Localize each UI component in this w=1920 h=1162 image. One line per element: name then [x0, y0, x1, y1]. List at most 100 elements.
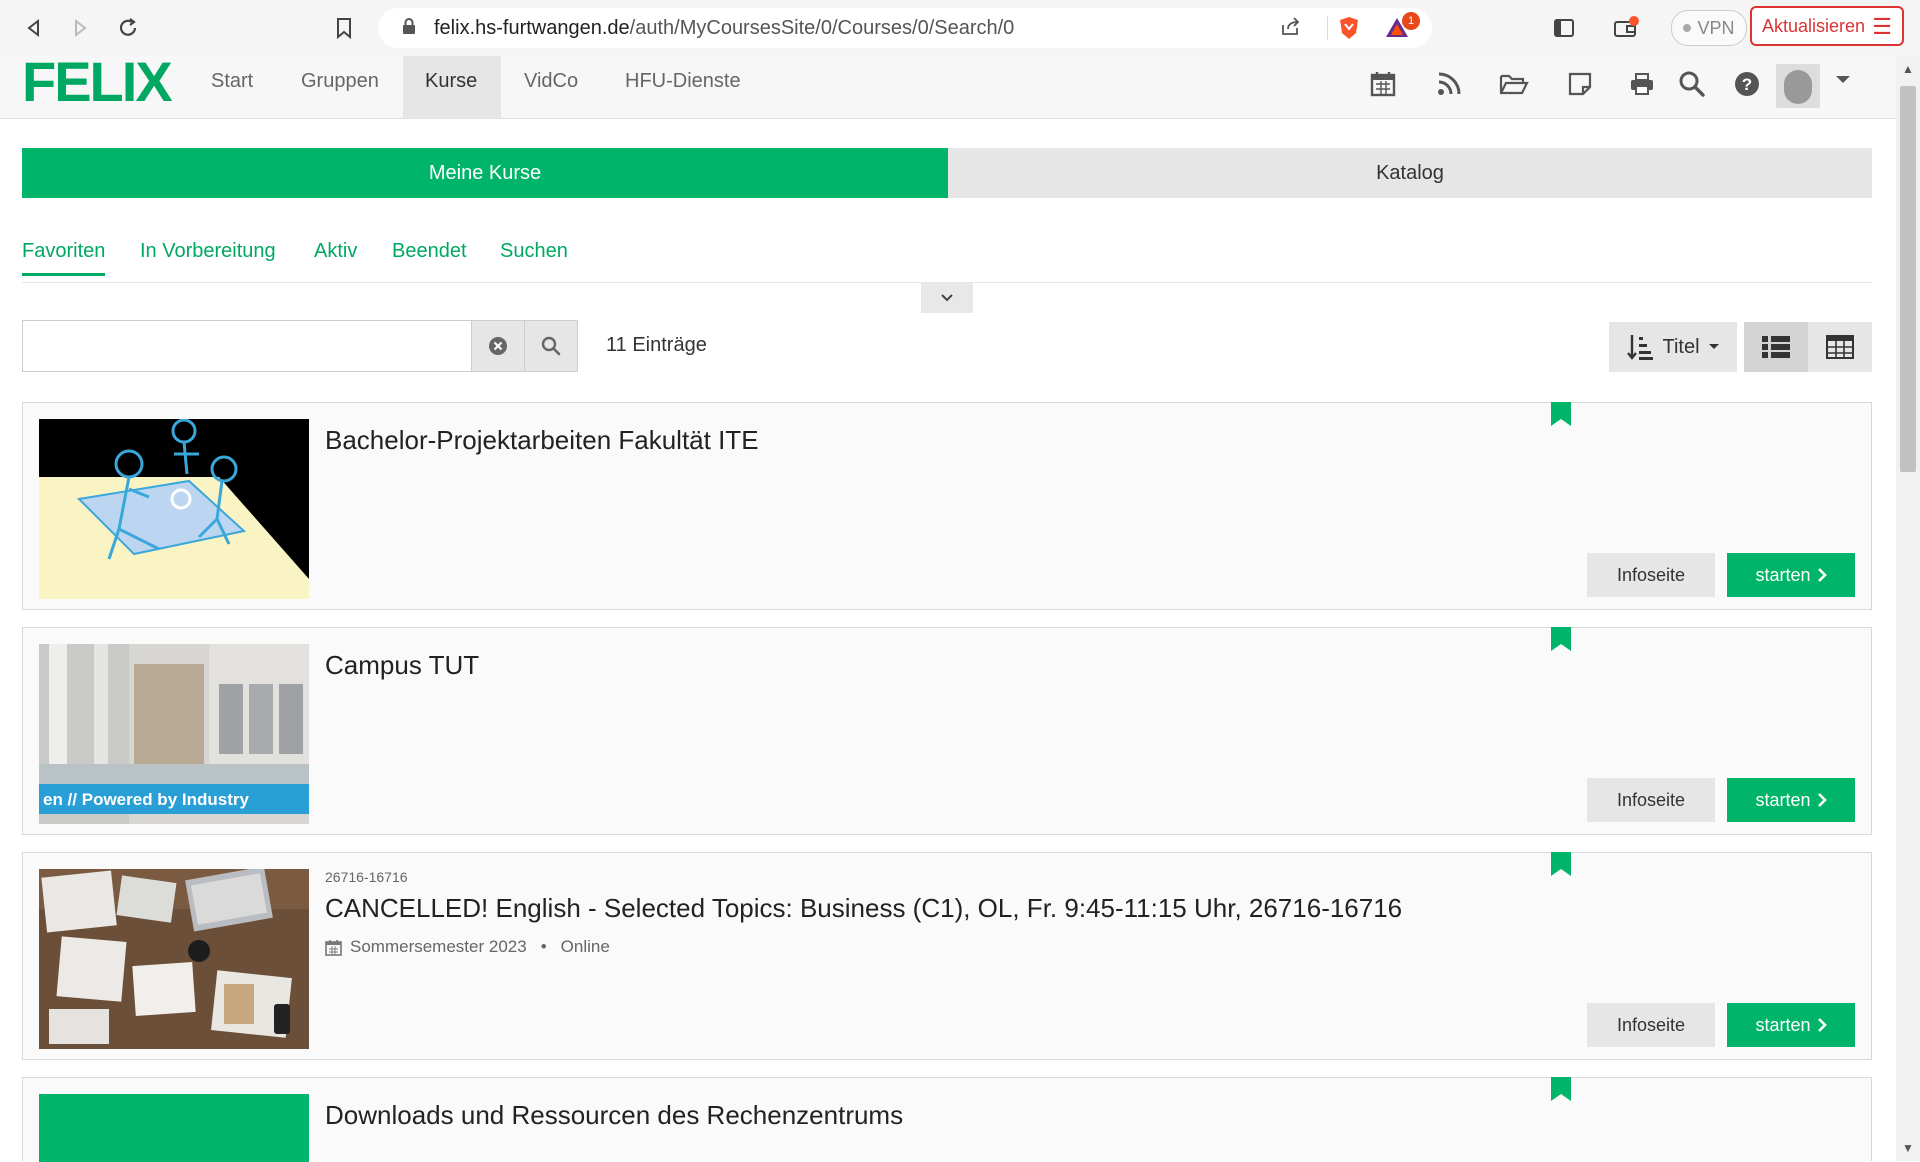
table-view-button[interactable] — [1808, 322, 1872, 372]
subtab-favoriten[interactable]: Favoriten — [22, 240, 106, 276]
browser-toolbar: felix.hs-furtwangen.de/auth/MyCoursesSit… — [0, 0, 1920, 57]
lock-icon — [396, 17, 422, 39]
update-label: Aktualisieren — [1762, 15, 1866, 36]
share-icon[interactable] — [1280, 16, 1302, 42]
sort-icon — [1627, 335, 1654, 360]
brave-shield-icon[interactable] — [1336, 15, 1362, 41]
course-title[interactable]: Campus TUT — [325, 650, 479, 681]
bookmark-icon[interactable] — [1551, 1077, 1571, 1101]
bookmark-icon[interactable] — [1551, 402, 1571, 426]
vpn-button[interactable]: VPN — [1671, 10, 1747, 46]
thumbnail-banner-text: en // Powered by Industry — [43, 790, 249, 809]
course-card: 26716-16716 CANCELLED! English - Selecte… — [22, 852, 1872, 1060]
update-button[interactable]: Aktualisieren ☰ — [1750, 6, 1904, 46]
scroll-thumb[interactable] — [1900, 86, 1916, 472]
wallet-icon[interactable] — [1610, 12, 1642, 44]
avatar[interactable] — [1776, 64, 1820, 108]
table-view-icon — [1826, 335, 1854, 359]
print-icon[interactable] — [1624, 66, 1660, 102]
course-card: en // Powered by Industry Campus TUT Inf… — [22, 627, 1872, 835]
site-header: FELIX Start Gruppen Kurse VidCo HFU-Dien… — [0, 54, 1896, 119]
search-submit-button[interactable] — [524, 320, 578, 372]
forward-icon[interactable] — [64, 12, 96, 44]
url-path: /auth/MyCoursesSite/0/Courses/0/Search/0 — [629, 16, 1015, 39]
calendar-icon[interactable] — [1365, 66, 1401, 102]
course-title[interactable]: Bachelor-Projektarbeiten Fakultät ITE — [325, 425, 759, 456]
bookmark-page-icon[interactable] — [328, 12, 360, 44]
course-meta: Sommersemester 2023 • Online — [325, 937, 610, 957]
calendar-icon — [325, 939, 342, 956]
search-icon[interactable] — [1674, 66, 1710, 102]
entries-count: 11 Einträge — [606, 334, 707, 356]
chevron-right-icon — [1817, 793, 1827, 807]
course-mode: Online — [560, 937, 610, 956]
vpn-status-icon — [1683, 24, 1692, 32]
bookmark-icon[interactable] — [1551, 852, 1571, 876]
course-title[interactable]: Downloads und Ressourcen des Rechenzentr… — [325, 1100, 903, 1131]
info-button[interactable]: Infoseite — [1587, 778, 1715, 822]
course-thumbnail[interactable] — [39, 869, 309, 1049]
subtab-suchen[interactable]: Suchen — [500, 240, 568, 273]
sort-dropdown[interactable]: Titel — [1609, 322, 1737, 372]
sort-label: Titel — [1662, 335, 1700, 358]
start-label: starten — [1755, 564, 1811, 585]
info-button[interactable]: Infoseite — [1587, 553, 1715, 597]
rss-icon[interactable] — [1431, 66, 1467, 102]
note-icon[interactable] — [1562, 66, 1598, 102]
subtab-aktiv[interactable]: Aktiv — [314, 240, 357, 273]
nav-start[interactable]: Start — [189, 56, 275, 118]
folder-icon[interactable] — [1496, 66, 1532, 102]
back-icon[interactable] — [18, 12, 50, 44]
course-card: Downloads und Ressourcen des Rechenzentr… — [22, 1077, 1872, 1162]
scroll-up-icon[interactable]: ▲ — [1896, 62, 1920, 78]
course-thumbnail[interactable] — [39, 419, 309, 599]
hamburger-menu-icon[interactable]: ☰ — [1872, 14, 1892, 40]
start-button[interactable]: starten — [1727, 553, 1855, 597]
tab-katalog[interactable]: Katalog — [948, 148, 1872, 198]
reload-icon[interactable] — [112, 12, 144, 44]
search-input[interactable] — [22, 320, 472, 372]
chevron-down-icon — [941, 294, 953, 302]
nav-kurse[interactable]: Kurse — [403, 56, 501, 118]
chevron-down-icon[interactable] — [1836, 76, 1850, 83]
collapse-filter-button[interactable] — [921, 283, 973, 313]
nav-gruppen[interactable]: Gruppen — [279, 56, 401, 118]
rewards-badge: 1 — [1402, 12, 1420, 30]
list-view-icon — [1762, 336, 1790, 358]
scroll-down-icon[interactable]: ▼ — [1896, 1141, 1920, 1157]
clear-icon — [489, 337, 507, 355]
course-semester: Sommersemester 2023 — [350, 937, 527, 956]
meta-separator: • — [540, 937, 547, 956]
start-button[interactable]: starten — [1727, 1003, 1855, 1047]
clear-search-button[interactable] — [471, 320, 525, 372]
info-button[interactable]: Infoseite — [1587, 1003, 1715, 1047]
search-icon — [541, 336, 561, 356]
vpn-label: VPN — [1697, 17, 1735, 38]
chevron-right-icon — [1817, 568, 1827, 582]
course-title[interactable]: CANCELLED! English - Selected Topics: Bu… — [325, 893, 1402, 924]
felix-logo[interactable]: FELIX — [22, 54, 173, 110]
list-view-button[interactable] — [1744, 322, 1808, 372]
subtab-in-vorbereitung[interactable]: In Vorbereitung — [140, 240, 276, 273]
url-host: felix.hs-furtwangen.de — [434, 16, 630, 39]
address-bar[interactable]: felix.hs-furtwangen.de/auth/MyCoursesSit… — [378, 8, 1432, 48]
course-id: 26716-16716 — [325, 869, 408, 885]
address-separator — [1327, 16, 1328, 40]
nav-hfu-dienste[interactable]: HFU-Dienste — [603, 56, 763, 118]
course-card: Bachelor-Projektarbeiten Fakultät ITE In… — [22, 402, 1872, 610]
svg-text:?: ? — [1742, 75, 1752, 94]
bookmark-icon[interactable] — [1551, 627, 1571, 651]
start-label: starten — [1755, 789, 1811, 810]
tab-meine-kurse[interactable]: Meine Kurse — [22, 148, 948, 198]
sidebar-toggle-icon[interactable] — [1548, 12, 1580, 44]
course-thumbnail[interactable] — [39, 1094, 309, 1162]
start-label: starten — [1755, 1014, 1811, 1035]
course-filter-tabs: Favoriten In Vorbereitung Aktiv Beendet … — [22, 236, 1872, 283]
start-button[interactable]: starten — [1727, 778, 1855, 822]
page-scrollbar[interactable]: ▲ ▼ — [1896, 56, 1920, 1161]
subtab-beendet[interactable]: Beendet — [392, 240, 467, 273]
nav-vidco[interactable]: VidCo — [502, 56, 600, 118]
help-icon[interactable]: ? — [1729, 66, 1765, 102]
course-thumbnail[interactable]: en // Powered by Industry — [39, 644, 309, 824]
chevron-right-icon — [1817, 1018, 1827, 1032]
